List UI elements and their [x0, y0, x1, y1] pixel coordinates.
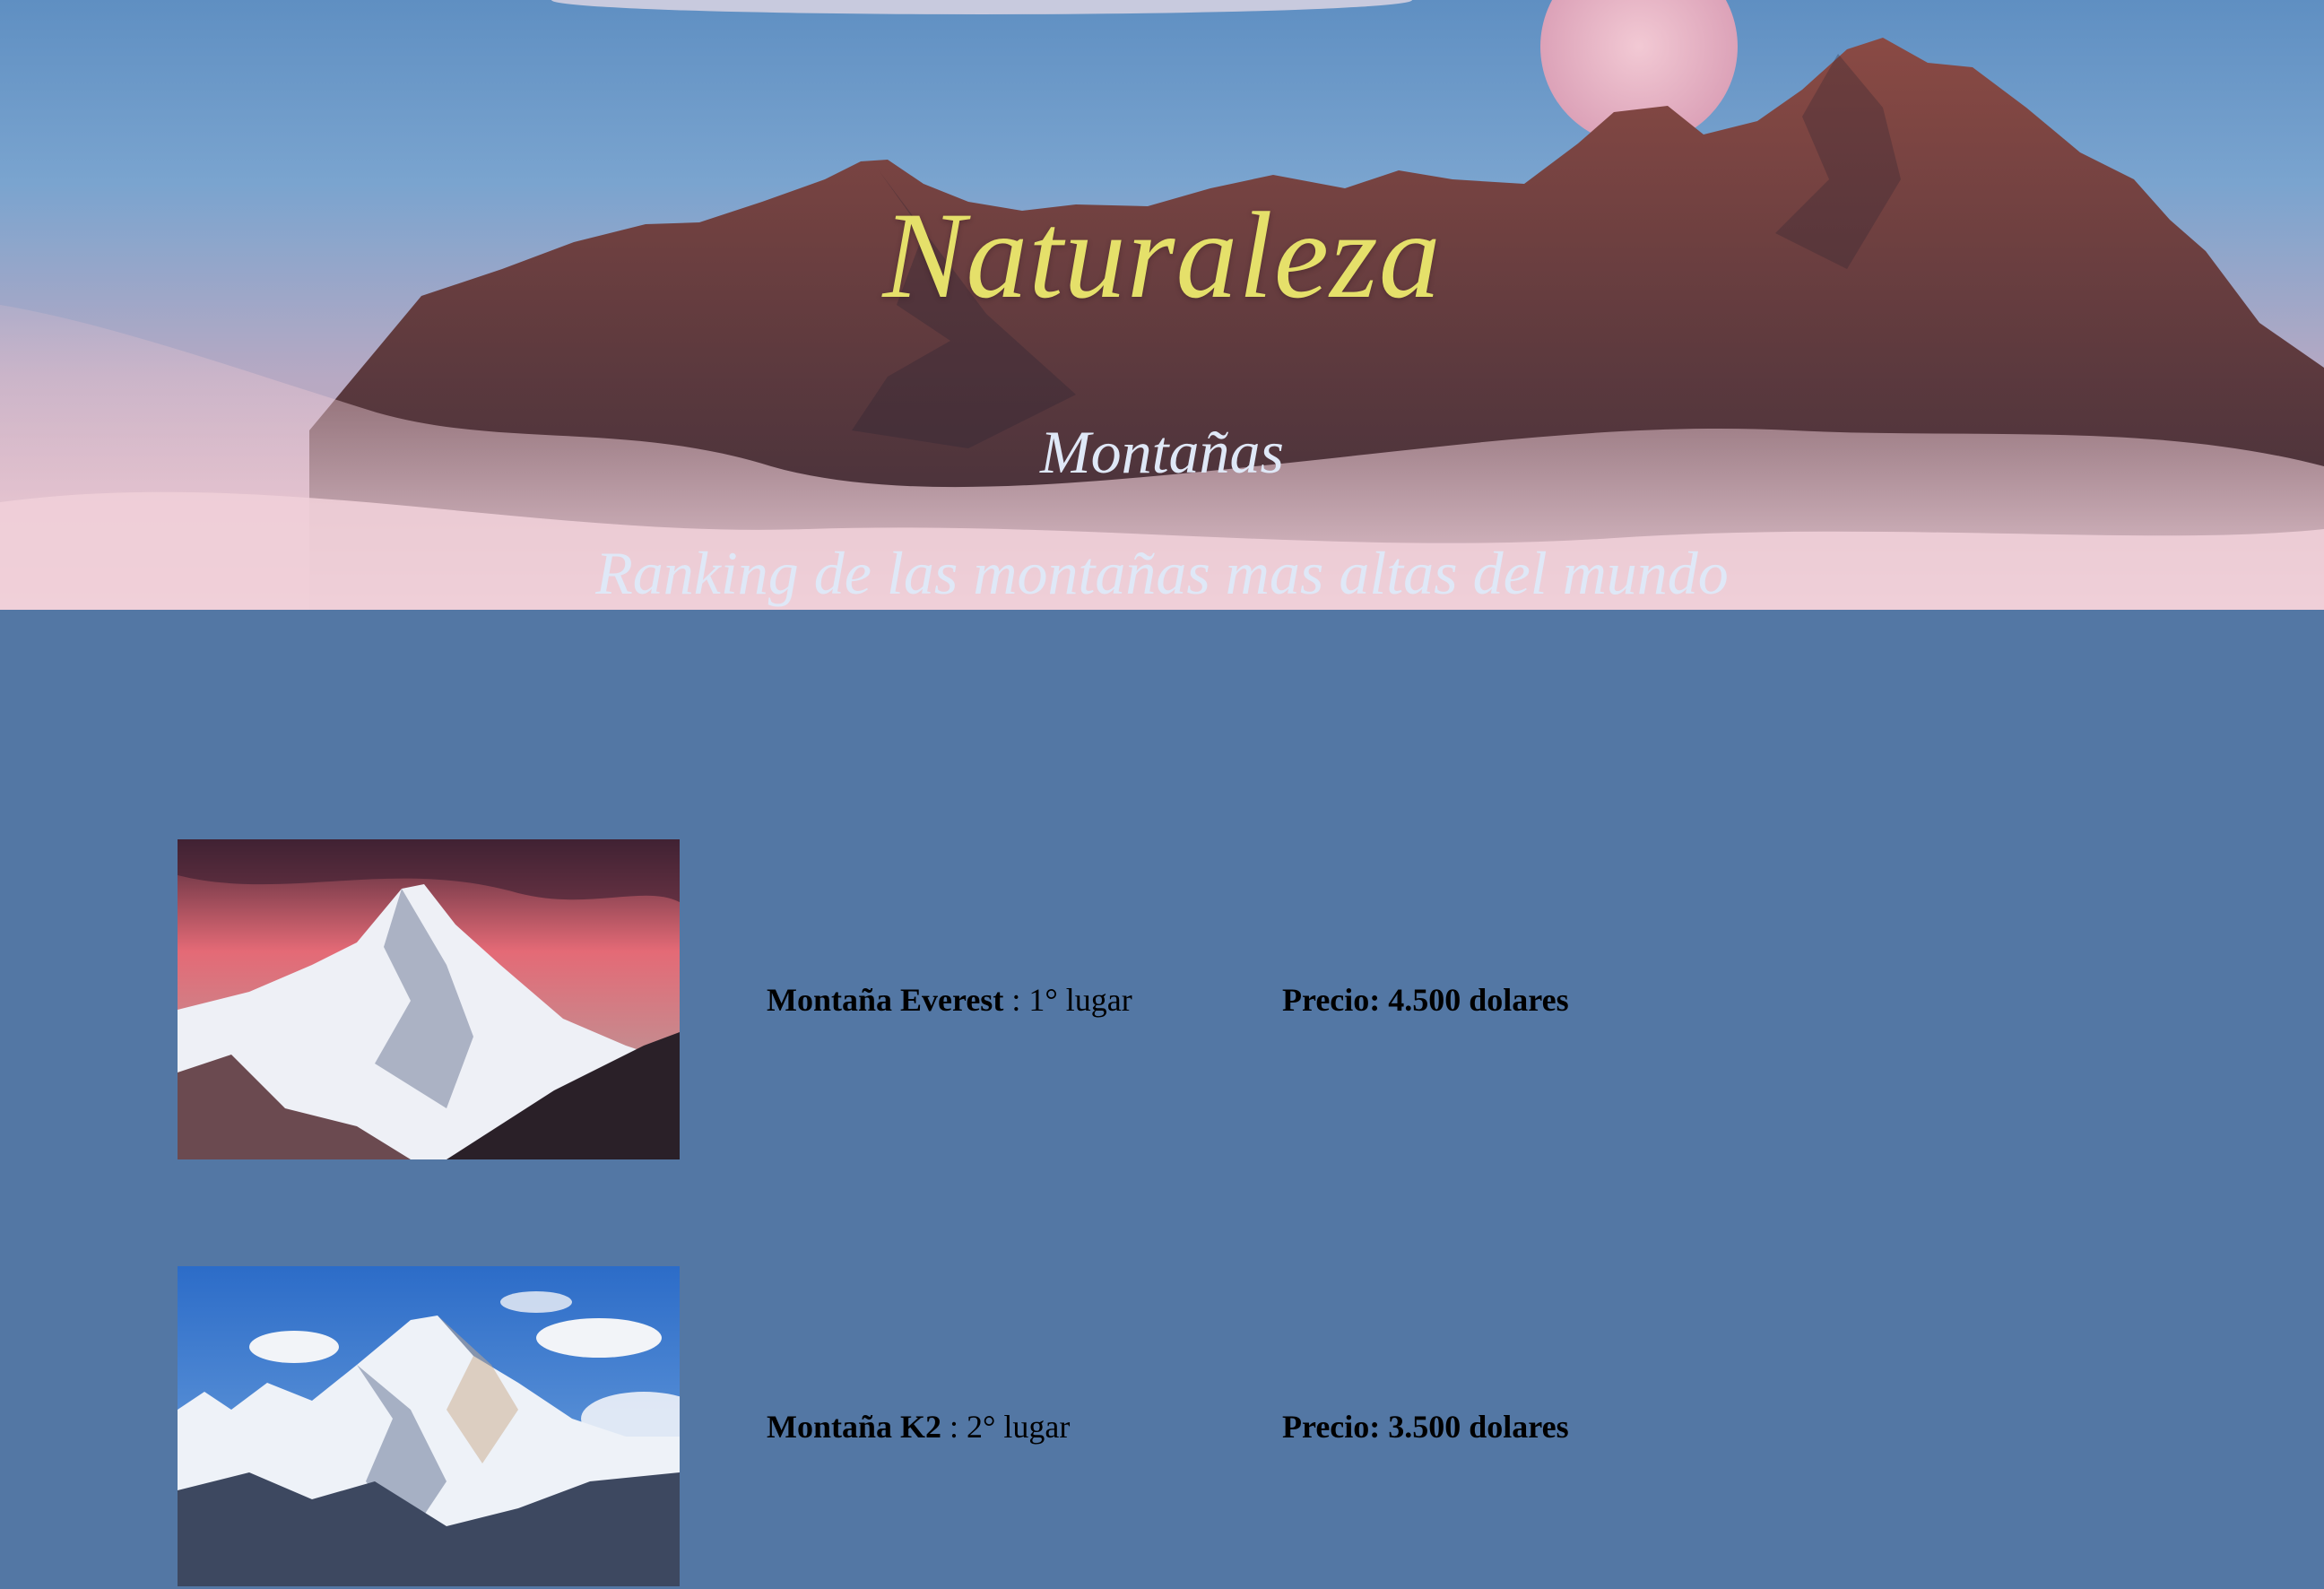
mountain-rank: : 2° lugar	[941, 1409, 1071, 1445]
everest-image	[178, 839, 680, 1159]
list-item: Montaña K2 : 2° lugar Precio: 3.500 dola…	[178, 1266, 2150, 1589]
mountain-title: Montaña Everest	[767, 982, 1004, 1018]
mountain-title: Montaña K2	[767, 1409, 942, 1445]
page-tagline: Ranking de las montañas mas altas del mu…	[595, 539, 1729, 607]
page-subtitle: Montañas	[1040, 418, 1284, 486]
mountain-price: Precio: 4.500 dolares	[1282, 982, 1569, 1018]
mountain-name: Montaña Everest : 1° lugar	[767, 981, 1132, 1019]
k2-image	[178, 1266, 680, 1586]
hero-banner: Naturaleza Montañas	[0, 0, 2324, 610]
mountain-price: Precio: 3.500 dolares	[1282, 1409, 1569, 1445]
mountain-rank: : 1° lugar	[1003, 982, 1132, 1018]
list-item: Montaña Everest : 1° lugar Precio: 4.500…	[178, 839, 2150, 1162]
site-title: Naturaleza	[882, 187, 1442, 324]
mountain-name: Montaña K2 : 2° lugar	[767, 1408, 1070, 1446]
